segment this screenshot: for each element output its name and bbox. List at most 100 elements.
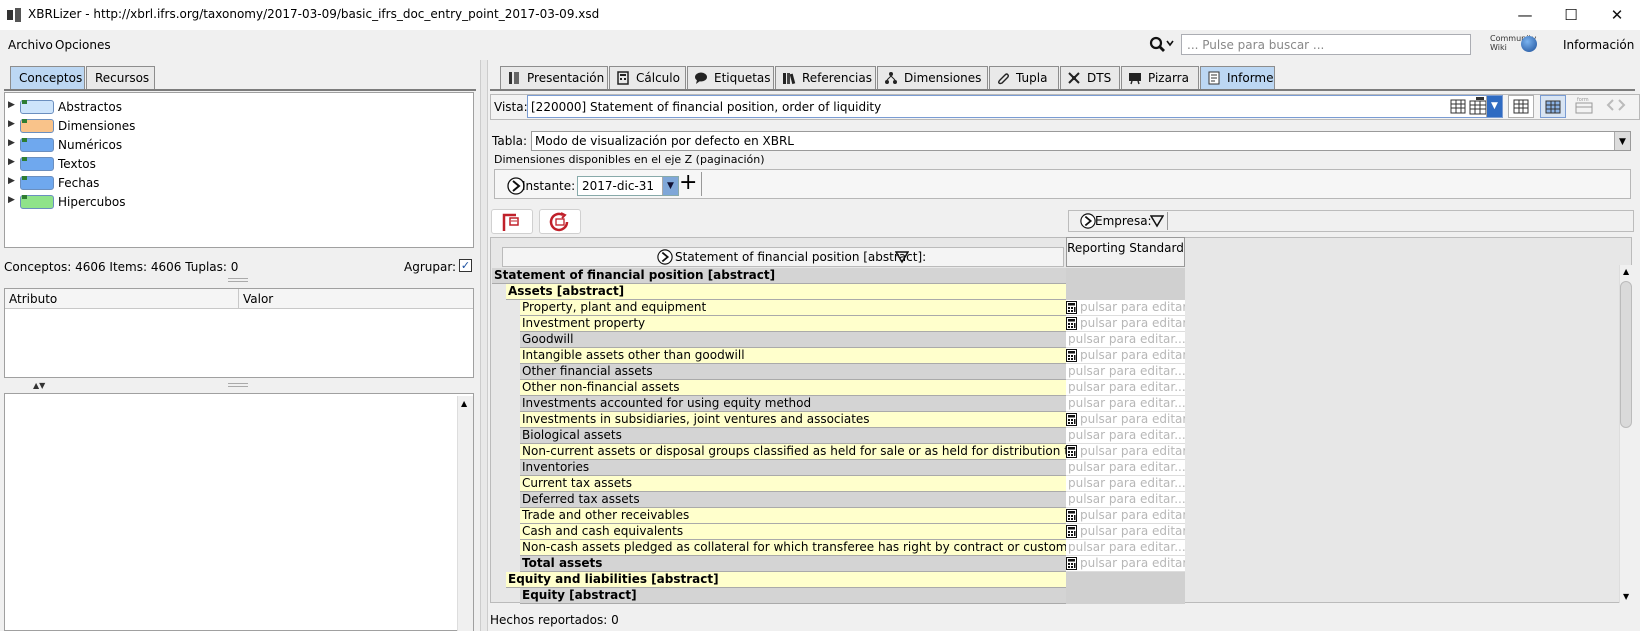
grid-row-label[interactable]: Total assets [520,556,1066,572]
grid-row-label[interactable]: Goodwill [520,332,1066,348]
grid-value-cell[interactable]: pulsar para editar... [1066,540,1185,556]
collapse-arrows-icon[interactable]: ▲▼ [33,381,45,390]
tab-dimensiones[interactable]: Dimensiones [877,66,988,89]
calculator-icon[interactable] [1066,317,1077,330]
tab-presentacion[interactable]: Presentación [500,66,608,89]
refresh-table-button[interactable] [539,209,581,234]
calculator-icon[interactable] [1066,301,1077,314]
scrollbar-thumb[interactable] [1620,281,1632,428]
grid-row-label[interactable]: Other non-financial assets [520,380,1066,396]
scroll-down-icon[interactable]: ▼ [1623,592,1629,601]
play-circle-icon[interactable] [1080,213,1096,229]
tab-tupla[interactable]: Tupla [989,66,1059,89]
grid-value-cell[interactable]: pulsar para editar... [1066,364,1185,380]
grid-row-label[interactable]: Trade and other receivables [520,508,1066,524]
expand-arrow-icon[interactable]: ▶ [8,157,15,167]
grid-view-button[interactable] [1508,95,1534,118]
grid-row-label[interactable]: Biological assets [520,428,1066,444]
tab-referencias[interactable]: Referencias [775,66,876,89]
chevron-down-icon[interactable]: ▼ [1614,132,1630,150]
search-input[interactable]: ... Pulse para buscar ... [1181,34,1471,55]
column-header-atributo[interactable]: Atributo [5,289,239,309]
calculator-icon[interactable] [1066,525,1077,538]
close-button[interactable]: ✕ [1594,0,1640,30]
grid-row-label[interactable]: Inventories [520,460,1066,476]
chevron-down-icon[interactable]: ▼ [662,177,678,195]
splitter-handle[interactable] [228,383,248,387]
grid-value-cell[interactable]: pulsar para editar... [1066,332,1185,348]
grid-row-label[interactable]: Deferred tax assets [520,492,1066,508]
grid-row-label[interactable]: Intangible assets other than goodwill [520,348,1066,364]
filter-icon[interactable] [1150,214,1164,228]
code-icon[interactable] [1604,95,1630,118]
community-wiki-link[interactable]: Community Wiki [1490,34,1536,52]
tabla-select[interactable]: Modo de visualización por defecto en XBR… [531,131,1631,151]
form-icon[interactable]: form [1572,95,1598,118]
maximize-button[interactable]: ☐ [1548,0,1594,30]
grid-value-cell[interactable]: pulsar para editar... [1066,444,1185,460]
column-header-reporting-standard[interactable]: Reporting Standard [1066,237,1185,267]
scroll-up-icon[interactable]: ▲ [461,399,467,408]
calculator-icon[interactable] [1066,557,1077,570]
expand-arrow-icon[interactable]: ▶ [8,176,15,186]
grid-row-label[interactable]: Equity and liabilities [abstract] [506,572,1066,588]
tab-etiquetas[interactable]: Etiquetas [687,66,774,89]
grid-value-cell[interactable]: pulsar para editar... [1066,316,1185,332]
grid-value-cell[interactable]: pulsar para editar... [1066,556,1185,572]
grid-row-label[interactable]: Property, plant and equipment [520,300,1066,316]
calculator-icon[interactable] [1066,445,1077,458]
scroll-up-icon[interactable]: ▲ [1623,267,1629,276]
form-view-button[interactable] [1540,95,1566,118]
expand-arrow-icon[interactable]: ▶ [8,138,15,148]
grid-row-label[interactable]: Non-cash assets pledged as collateral fo… [520,540,1066,556]
calculator-icon[interactable] [1066,413,1077,426]
grid-row-label[interactable]: Other financial assets [520,364,1066,380]
grid-value-cell[interactable]: pulsar para editar... [1066,428,1185,444]
grid-row-label[interactable]: Investments accounted for using equity m… [520,396,1066,412]
grid-row-label[interactable]: Statement of financial position [abstrac… [492,268,1066,284]
grid-row-label[interactable]: Non-current assets or disposal groups cl… [520,444,1066,460]
grid-value-cell[interactable]: pulsar para editar... [1066,492,1185,508]
description-scrollbar[interactable]: ▲ [457,396,473,631]
search-icon[interactable] [1148,35,1176,53]
tab-informe[interactable]: Informe [1200,66,1275,89]
expand-arrow-icon[interactable]: ▶ [8,195,15,205]
grid-row-label[interactable]: Investments in subsidiaries, joint ventu… [520,412,1066,428]
add-dimension-button[interactable]: + [679,172,697,194]
grid-value-cell[interactable]: pulsar para editar... [1066,412,1185,428]
chevron-down-icon[interactable]: ▼ [1486,96,1502,117]
grid-value-cell[interactable]: pulsar para editar... [1066,476,1185,492]
tab-calculo[interactable]: Cálculo [609,66,686,89]
calendar-table-icon[interactable] [1468,97,1488,115]
tree-item-dimensiones[interactable]: ▶ Dimensiones [5,116,305,135]
calculator-icon[interactable] [1066,509,1077,522]
tree-item-numericos[interactable]: ▶ Numéricos [5,135,305,154]
grid-row-label[interactable]: Assets [abstract] [506,284,1066,300]
splitter-handle[interactable] [228,278,248,282]
vista-select[interactable]: [220000] Statement of financial position… [527,95,1503,118]
minimize-button[interactable]: — [1502,0,1548,30]
grid-value-cell[interactable]: pulsar para editar... [1066,300,1185,316]
tab-pizarra[interactable]: Pizarra [1121,66,1199,89]
grid-value-cell[interactable]: pulsar para editar... [1066,508,1185,524]
grid-row-label[interactable]: Current tax assets [520,476,1066,492]
menu-informacion[interactable]: Información [1563,38,1634,52]
grid-value-cell[interactable]: pulsar para editar... [1066,460,1185,476]
export-table-button[interactable] [491,209,533,234]
tree-item-abstractos[interactable]: ▶ Abstractos [5,97,305,116]
menu-archivo[interactable]: Archivo [8,38,53,52]
tab-recursos[interactable]: Recursos [86,66,155,89]
globe-icon[interactable] [1521,36,1537,52]
column-header-valor[interactable]: Valor [239,289,473,309]
grid-value-cell[interactable]: pulsar para editar... [1066,524,1185,540]
tree-item-textos[interactable]: ▶ Textos [5,154,305,173]
play-circle-icon[interactable] [657,249,673,265]
panel-divider[interactable] [480,60,488,631]
expand-arrow-icon[interactable]: ▶ [8,119,15,129]
calculator-icon[interactable] [1066,349,1077,362]
grid-row-label[interactable]: Equity [abstract] [520,588,1066,604]
description-area[interactable] [4,393,474,631]
grid-row-label[interactable]: Investment property [520,316,1066,332]
expand-arrow-icon[interactable]: ▶ [8,100,15,110]
tab-dts[interactable]: DTS [1060,66,1120,89]
